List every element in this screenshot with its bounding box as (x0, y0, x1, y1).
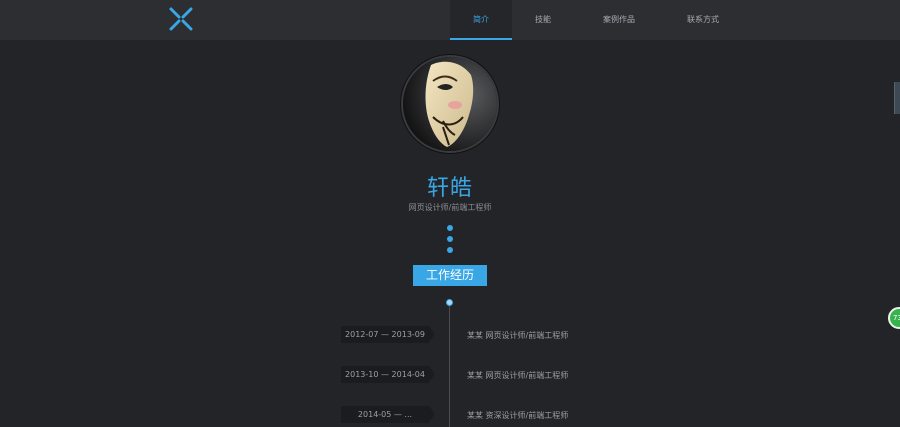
nav-item-portfolio[interactable]: 案例作品 (574, 0, 664, 40)
side-scroll-tab[interactable] (894, 82, 900, 114)
nav-item-skills[interactable]: 技能 (512, 0, 574, 40)
profile-name: 轩皓 (426, 176, 473, 201)
separator-dot (447, 247, 453, 253)
timeline-date: 2014-05 — ... (341, 406, 435, 423)
profile-title: 网页设计师/前端工程师 (408, 203, 492, 212)
timeline-role: 某某 网页设计师/前端工程师 (467, 371, 569, 380)
floating-badge[interactable]: 73 (888, 307, 900, 329)
mask-avatar (403, 57, 497, 151)
timeline-role: 某某 网页设计师/前端工程师 (467, 331, 569, 340)
timeline-date: 2012-07 — 2013-09 (341, 326, 435, 343)
timeline-role: 某某 资深设计师/前端工程师 (467, 411, 569, 420)
profile-avatar (401, 55, 499, 153)
section-title-badge: 工作经历 (413, 265, 487, 286)
top-navigation-bar: 简介 技能 案例作品 联系方式 (0, 0, 900, 40)
timeline-line (449, 303, 450, 427)
separator-dot (447, 236, 453, 242)
nav-item-contact[interactable]: 联系方式 (664, 0, 742, 40)
timeline-start-node (446, 299, 453, 306)
main-nav: 简介 技能 案例作品 联系方式 (450, 0, 742, 40)
separator-dot (447, 225, 453, 231)
timeline-date: 2013-10 — 2014-04 (341, 366, 435, 383)
nav-item-intro[interactable]: 简介 (450, 0, 512, 40)
x-logo-icon[interactable] (169, 7, 193, 31)
